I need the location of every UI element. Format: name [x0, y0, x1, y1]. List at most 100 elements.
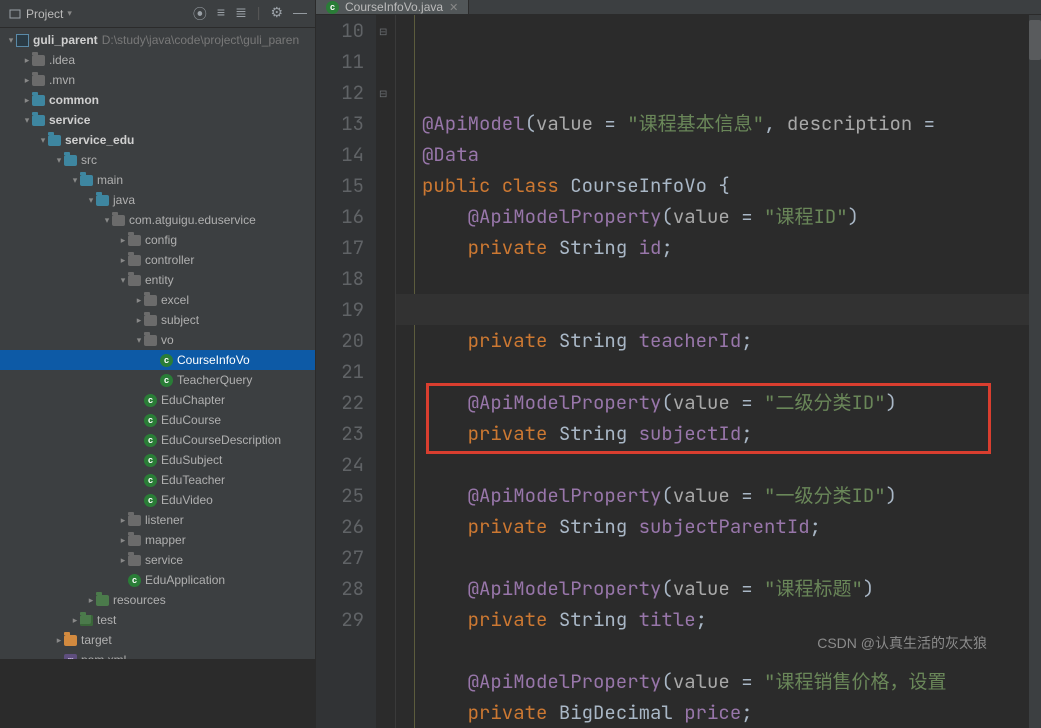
tree-item-pom-xml[interactable]: pom.xml — [0, 650, 315, 659]
chevron-right-icon[interactable] — [22, 70, 32, 90]
tree-item-eduapplication[interactable]: EduApplication — [0, 570, 315, 590]
chevron-down-icon[interactable] — [70, 170, 80, 190]
code-line[interactable]: private String subjectId; — [422, 418, 1029, 449]
tab-label: CourseInfoVo.java — [345, 0, 443, 14]
code-line[interactable]: private String teacherId; — [422, 325, 1029, 356]
tree-item-label: target — [81, 630, 112, 650]
tree-item-service[interactable]: service — [0, 550, 315, 570]
tree-item--mvn[interactable]: .mvn — [0, 70, 315, 90]
chevron-down-icon[interactable] — [118, 270, 128, 290]
tree-item-label: java — [113, 190, 135, 210]
chevron-right-icon[interactable] — [86, 590, 96, 610]
code-line[interactable]: public class CourseInfoVo { — [422, 170, 1029, 201]
chevron-right-icon[interactable] — [118, 510, 128, 530]
tree-item-subject[interactable]: subject — [0, 310, 315, 330]
chevron-right-icon[interactable] — [118, 550, 128, 570]
tree-item-guli-parent[interactable]: guli_parent D:\study\java\code\project\g… — [0, 30, 315, 50]
chevron-right-icon[interactable] — [22, 50, 32, 70]
chevron-down-icon[interactable] — [54, 150, 64, 170]
code-line[interactable]: @Data — [422, 139, 1029, 170]
code-line[interactable]: private String subjectParentId; — [422, 511, 1029, 542]
class-icon — [144, 434, 157, 447]
tree-item-excel[interactable]: excel — [0, 290, 315, 310]
folder-icon — [80, 175, 93, 186]
tree-item-test[interactable]: test — [0, 610, 315, 630]
tree-item-listener[interactable]: listener — [0, 510, 315, 530]
tab-course-info-vo[interactable]: CourseInfoVo.java ✕ — [316, 0, 469, 14]
code-line[interactable] — [422, 356, 1029, 387]
tree-item-eduvideo[interactable]: EduVideo — [0, 490, 315, 510]
scrollbar-thumb[interactable] — [1029, 20, 1041, 60]
tree-item-educourse[interactable]: EduCourse — [0, 410, 315, 430]
tree-item-src[interactable]: src — [0, 150, 315, 170]
chevron-right-icon[interactable] — [118, 250, 128, 270]
tree-item-service[interactable]: service — [0, 110, 315, 130]
tree-item-edusubject[interactable]: EduSubject — [0, 450, 315, 470]
gear-icon[interactable]: ⚙ — [270, 4, 283, 24]
tree-item-common[interactable]: common — [0, 90, 315, 110]
code-editor[interactable]: 1011121314151617181920212223242526272829… — [316, 15, 1041, 728]
folder-icon — [144, 335, 157, 346]
project-title: Project — [26, 7, 63, 21]
tree-item-main[interactable]: main — [0, 170, 315, 190]
project-icon — [8, 7, 22, 21]
tree-item-eduteacher[interactable]: EduTeacher — [0, 470, 315, 490]
chevron-right-icon[interactable] — [54, 630, 64, 650]
code-body[interactable]: @ApiModel(value = "课程基本信息", description … — [396, 15, 1029, 728]
code-line[interactable]: @ApiModelProperty(value = "课程标题") — [422, 573, 1029, 604]
code-line[interactable]: @ApiModelProperty(value = "一级分类ID") — [422, 480, 1029, 511]
line-number: 23 — [316, 418, 364, 449]
select-opened-file-icon[interactable]: ⦿ — [193, 4, 207, 24]
folder-icon — [144, 315, 157, 326]
tree-item--idea[interactable]: .idea — [0, 50, 315, 70]
code-line[interactable]: @ApiModelProperty(value = "二级分类ID") — [422, 387, 1029, 418]
code-line[interactable] — [422, 542, 1029, 573]
code-line[interactable]: @ApiModel(value = "课程基本信息", description … — [422, 108, 1029, 139]
tree-item-vo[interactable]: vo — [0, 330, 315, 350]
chevron-right-icon[interactable] — [134, 290, 144, 310]
editor-tab-strip: CourseInfoVo.java ✕ — [316, 0, 1041, 15]
code-line[interactable] — [422, 449, 1029, 480]
code-line[interactable]: private String title; — [422, 604, 1029, 635]
tree-item-educhapter[interactable]: EduChapter — [0, 390, 315, 410]
chevron-down-icon[interactable] — [134, 330, 144, 350]
code-line[interactable]: private BigDecimal price; — [422, 697, 1029, 728]
collapse-all-icon[interactable]: ≣ — [235, 4, 247, 24]
code-line[interactable]: @ApiModelProperty(value = "课程销售价格，设置 — [422, 666, 1029, 697]
editor-scrollbar[interactable] — [1029, 15, 1041, 728]
tree-item-resources[interactable]: resources — [0, 590, 315, 610]
tree-item-courseinfovo[interactable]: CourseInfoVo — [0, 350, 315, 370]
chevron-down-icon[interactable] — [22, 110, 32, 130]
tree-item-java[interactable]: java — [0, 190, 315, 210]
chevron-down-icon[interactable] — [102, 210, 112, 230]
chevron-right-icon[interactable] — [118, 530, 128, 550]
chevron-down-icon[interactable] — [86, 190, 96, 210]
close-icon[interactable]: ✕ — [449, 1, 458, 14]
tree-item-service-edu[interactable]: service_edu — [0, 130, 315, 150]
tree-item-educoursedescription[interactable]: EduCourseDescription — [0, 430, 315, 450]
chevron-right-icon[interactable] — [118, 230, 128, 250]
tree-item-mapper[interactable]: mapper — [0, 530, 315, 550]
project-dropdown-icon[interactable]: ▾ — [67, 8, 72, 19]
tree-item-controller[interactable]: controller — [0, 250, 315, 270]
tree-item-com-atguigu-eduservice[interactable]: com.atguigu.eduservice — [0, 210, 315, 230]
chevron-right-icon[interactable] — [134, 310, 144, 330]
chevron-down-icon[interactable] — [38, 130, 48, 150]
code-line[interactable] — [422, 263, 1029, 294]
hide-icon[interactable]: — — [293, 4, 307, 24]
tree-item-config[interactable]: config — [0, 230, 315, 250]
chevron-right-icon[interactable] — [22, 90, 32, 110]
fold-mark-icon[interactable]: ⊟ — [379, 16, 387, 47]
expand-all-icon[interactable]: ≡ — [217, 4, 225, 24]
tree-item-target[interactable]: target — [0, 630, 315, 650]
code-line[interactable]: @ApiModelProperty(value = "课程ID") — [422, 201, 1029, 232]
class-icon — [160, 354, 173, 367]
project-tree[interactable]: guli_parent D:\study\java\code\project\g… — [0, 28, 315, 659]
code-line[interactable]: private String id; — [422, 232, 1029, 263]
chevron-right-icon[interactable] — [70, 610, 80, 630]
tree-item-label: EduTeacher — [161, 470, 225, 490]
tree-item-teacherquery[interactable]: TeacherQuery — [0, 370, 315, 390]
chevron-down-icon[interactable] — [6, 30, 16, 50]
fold-mark-icon[interactable]: ⊟ — [379, 78, 387, 109]
tree-item-entity[interactable]: entity — [0, 270, 315, 290]
